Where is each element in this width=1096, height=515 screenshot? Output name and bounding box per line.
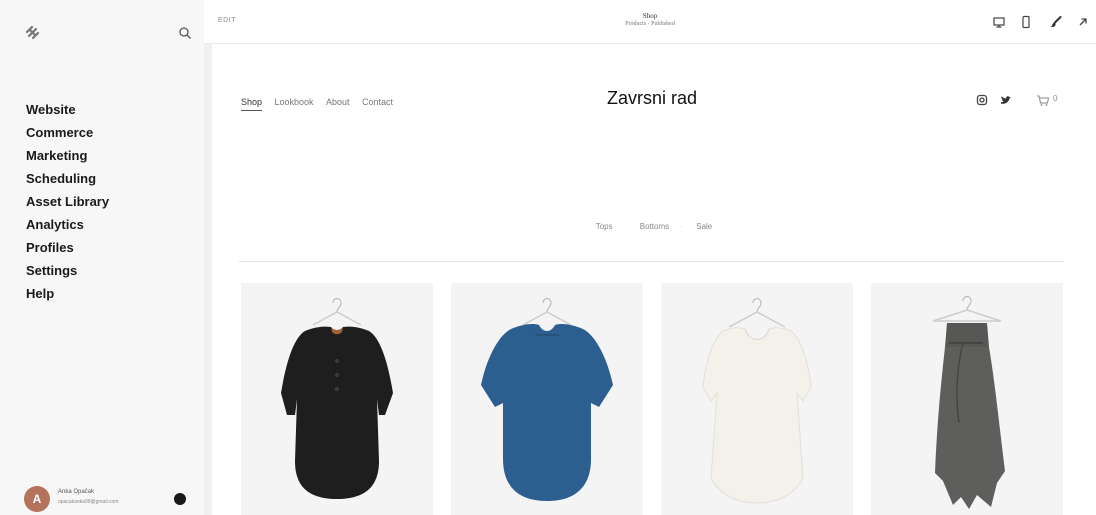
search-icon[interactable] [178, 26, 192, 40]
site-nav-contact[interactable]: Contact [362, 97, 393, 107]
site-nav-about[interactable]: About [326, 97, 350, 107]
sidebar: Website Commerce Marketing Scheduling As… [0, 0, 204, 515]
user-profile[interactable]: A Anka Opačak opacakanka09@gmail.com [24, 486, 194, 512]
cart-icon [1037, 95, 1050, 106]
user-email: opacakanka09@gmail.com [58, 499, 119, 505]
mobile-icon[interactable] [1019, 15, 1033, 29]
panel-gap [204, 0, 212, 515]
sidebar-item-scheduling[interactable]: Scheduling [26, 167, 109, 190]
category-separator: · [622, 222, 626, 231]
desktop-icon[interactable] [992, 15, 1006, 29]
divider [238, 261, 1064, 262]
squarespace-logo-icon[interactable] [24, 24, 42, 42]
brush-icon[interactable] [1049, 15, 1063, 29]
product-card[interactable] [871, 283, 1063, 515]
sidebar-item-settings[interactable]: Settings [26, 259, 109, 282]
product-card[interactable] [451, 283, 643, 515]
app-window: Website Commerce Marketing Scheduling As… [0, 0, 1096, 515]
page-status: Products · Published [625, 21, 675, 27]
instagram-icon[interactable] [976, 94, 988, 106]
product-image-black-tunic [281, 297, 393, 499]
sidebar-nav: Website Commerce Marketing Scheduling As… [26, 98, 109, 305]
product-image-grey-trousers [932, 295, 1005, 509]
avatar[interactable]: A [24, 486, 50, 512]
user-name: Anka Opačak [58, 489, 95, 495]
product-card[interactable] [241, 283, 433, 515]
notification-icon[interactable] [174, 493, 186, 505]
editor-topbar: EDIT Shop Products · Published [204, 0, 1096, 44]
expand-icon[interactable] [1076, 15, 1090, 29]
sidebar-item-website[interactable]: Website [26, 98, 109, 121]
sidebar-item-analytics[interactable]: Analytics [26, 213, 109, 236]
category-bottoms[interactable]: Bottoms [640, 222, 669, 231]
sidebar-item-asset-library[interactable]: Asset Library [26, 190, 109, 213]
twitter-icon[interactable] [1000, 94, 1012, 106]
product-image-blue-tunic [481, 297, 613, 501]
product-card[interactable] [661, 283, 853, 515]
category-filter: Tops · Bottoms · Sale [212, 216, 1096, 234]
sidebar-item-marketing[interactable]: Marketing [26, 144, 109, 167]
site-preview: Shop Lookbook About Contact Zavrsni rad … [212, 44, 1096, 515]
site-title[interactable]: Zavrsni rad [572, 88, 732, 109]
sidebar-item-help[interactable]: Help [26, 282, 109, 305]
category-sale[interactable]: Sale [696, 222, 712, 231]
cart-button[interactable]: 0 [1036, 93, 1076, 107]
site-nav-shop[interactable]: Shop [241, 97, 263, 111]
page-title: Shop [642, 12, 658, 20]
site-nav: Shop Lookbook About Contact [241, 92, 401, 111]
product-image-white-top [702, 297, 812, 504]
cart-count: 0 [1053, 94, 1058, 103]
category-tops[interactable]: Tops [596, 222, 613, 231]
category-separator: · [679, 222, 682, 231]
site-nav-lookbook[interactable]: Lookbook [274, 97, 313, 107]
sidebar-item-commerce[interactable]: Commerce [26, 121, 109, 144]
sidebar-item-profiles[interactable]: Profiles [26, 236, 109, 259]
